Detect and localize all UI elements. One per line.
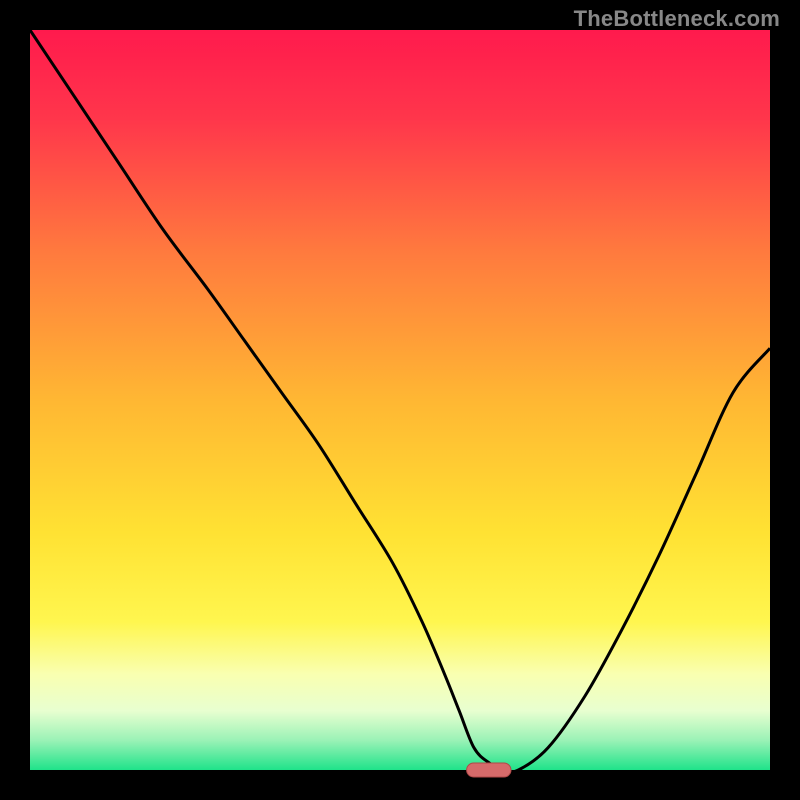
bottleneck-chart [0, 0, 800, 800]
watermark-text: TheBottleneck.com [574, 6, 780, 32]
gradient-background [30, 30, 770, 770]
optimum-marker [467, 763, 511, 777]
chart-container: TheBottleneck.com [0, 0, 800, 800]
